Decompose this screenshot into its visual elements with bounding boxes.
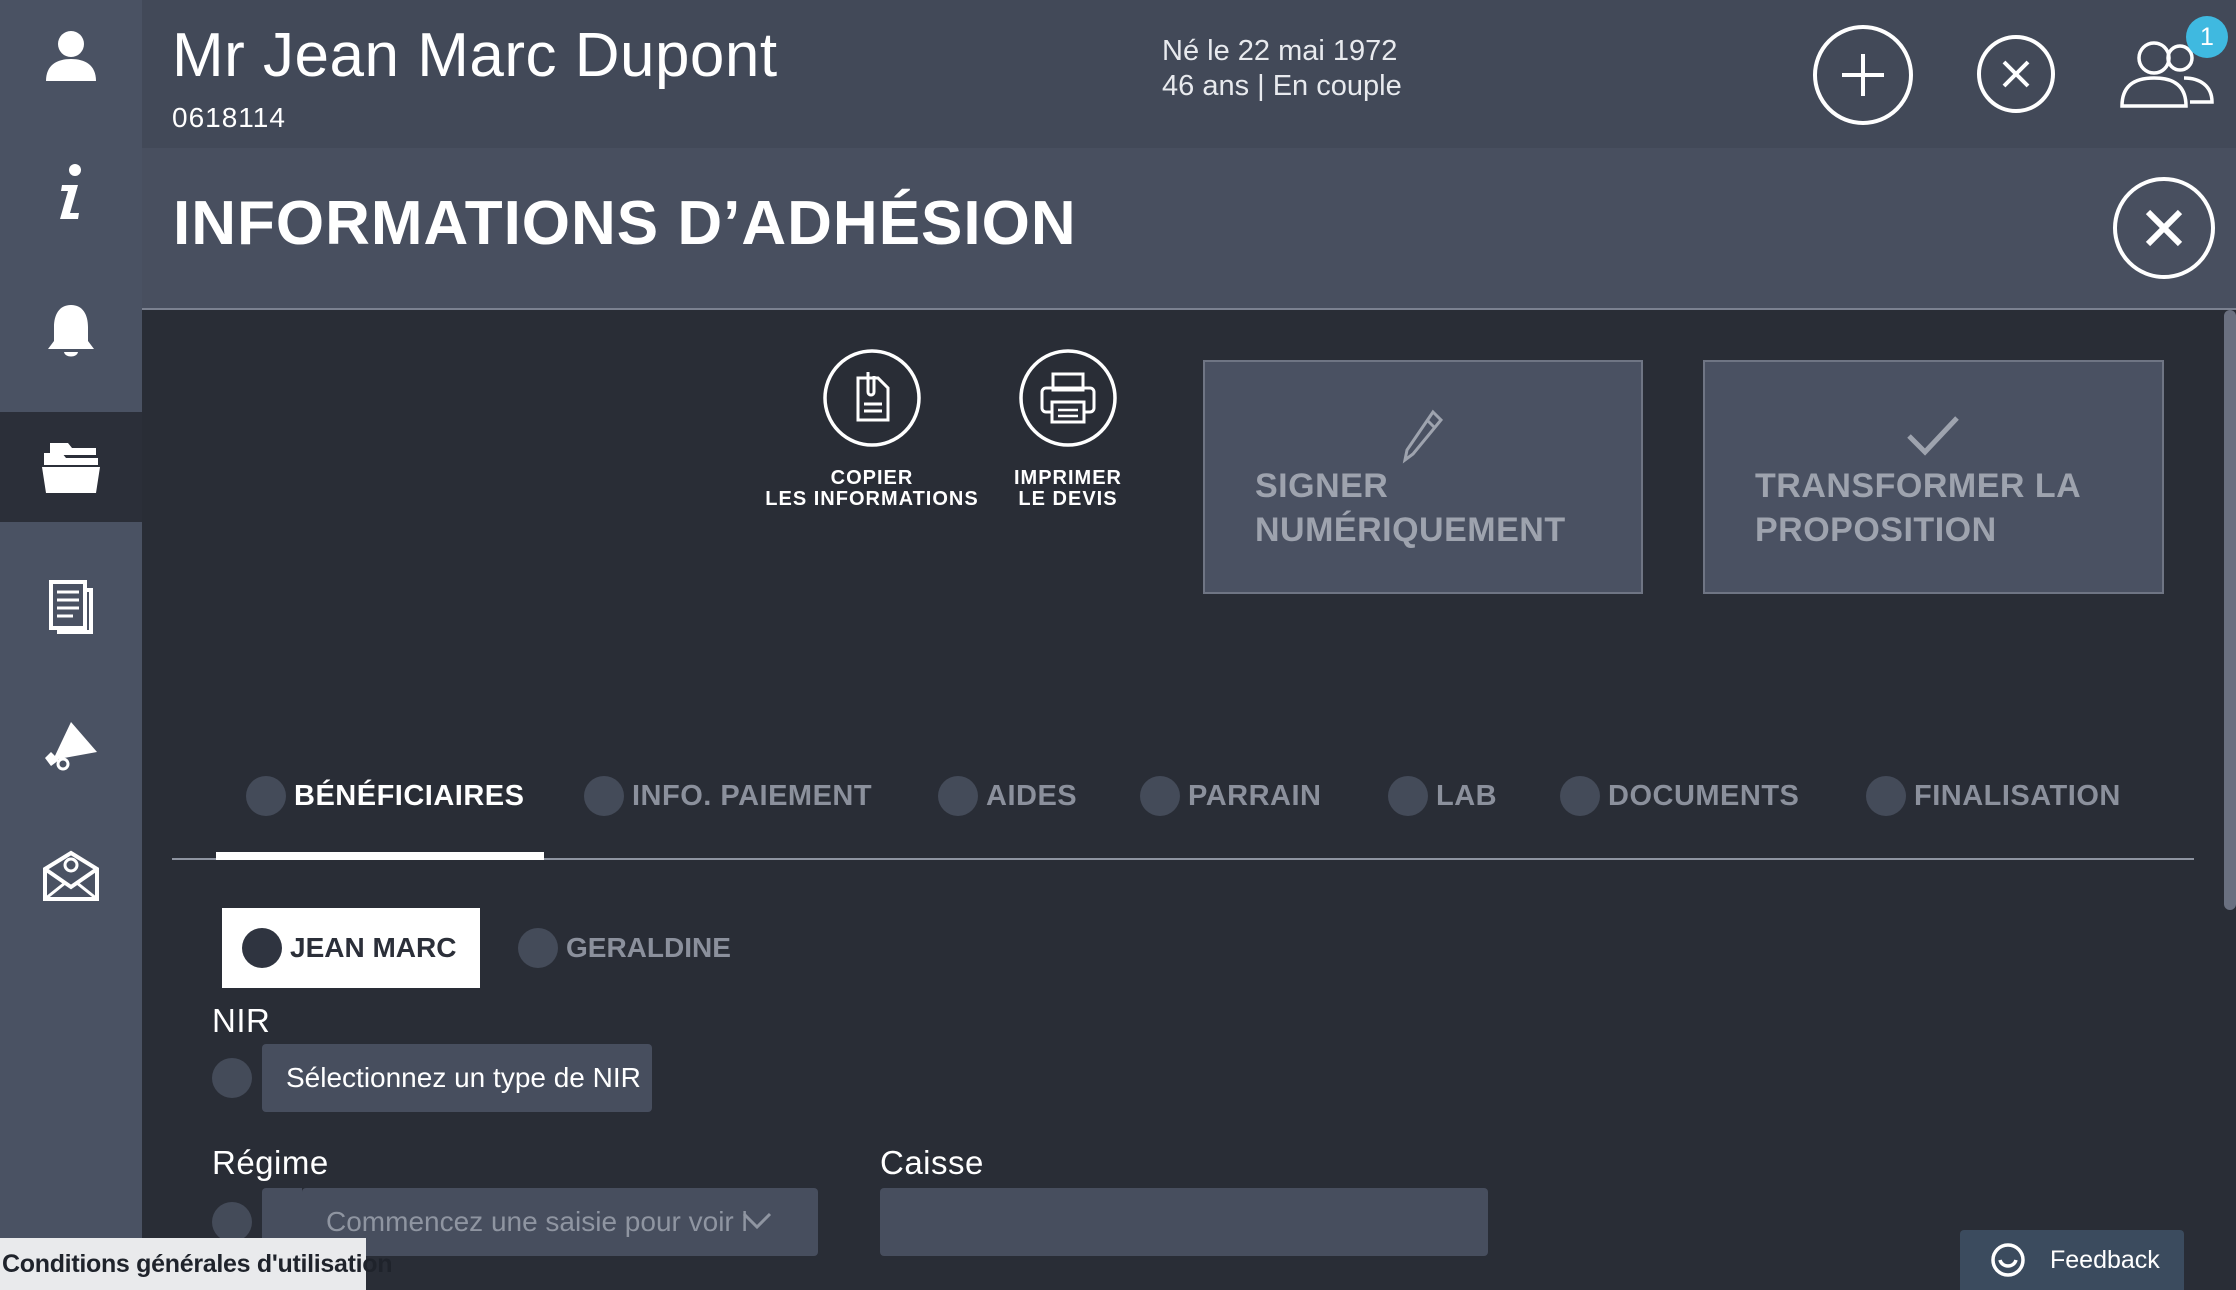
transform-label-2: PROPOSITION xyxy=(1755,511,1997,549)
copy-label-2: LES INFORMATIONS xyxy=(765,488,979,510)
printer-icon xyxy=(1018,348,1118,448)
add-button[interactable] xyxy=(1812,24,1914,126)
tab-label: PARRAIN xyxy=(1188,779,1322,812)
plus-circle-icon xyxy=(1813,25,1913,125)
transform-proposal-button[interactable]: TRANSFORMER LA PROPOSITION xyxy=(1703,360,2164,594)
tab-documents[interactable]: DOCUMENTS xyxy=(1560,776,1799,816)
copy-label-1: COPIER xyxy=(830,467,914,489)
tab-aides[interactable]: AIDES xyxy=(938,776,1077,816)
tab-label: LAB xyxy=(1436,779,1498,812)
step-dot xyxy=(584,776,624,816)
tab-info-paiement[interactable]: INFO. PAIEMENT xyxy=(584,776,872,816)
nir-status-dot xyxy=(212,1058,252,1098)
user-icon xyxy=(46,31,96,81)
close-circle-icon xyxy=(2113,177,2215,279)
close-panel-button[interactable] xyxy=(2112,176,2216,280)
client-status: 46 ans | En couple xyxy=(1162,70,1402,102)
person-label: JEAN MARC xyxy=(290,932,457,963)
print-quote-button[interactable]: IMPRIMER LE DEVIS xyxy=(998,348,1138,510)
terms-link[interactable]: Conditions générales d'utilisation xyxy=(0,1238,393,1290)
tab-beneficiaires[interactable]: BÉNÉFICIAIRES xyxy=(246,776,524,816)
sign-label-2: NUMÉRIQUEMENT xyxy=(1255,511,1566,549)
step-dot xyxy=(1388,776,1428,816)
close-client-button[interactable] xyxy=(1976,34,2056,114)
feedback-icon xyxy=(1991,1243,2025,1277)
beneficiary-geraldine[interactable]: GERALDINE xyxy=(518,908,731,988)
step-dot xyxy=(1866,776,1906,816)
sidebar xyxy=(0,0,142,1290)
caisse-input[interactable] xyxy=(880,1188,1488,1256)
tab-label: FINALISATION xyxy=(1914,779,2121,812)
sidebar-item-documents[interactable] xyxy=(0,552,142,662)
regime-status-dot xyxy=(212,1202,252,1242)
scrollbar[interactable] xyxy=(2224,310,2236,910)
document-icon xyxy=(49,580,93,634)
client-name: Mr Jean Marc Dupont xyxy=(172,21,778,90)
sidebar-item-profile[interactable] xyxy=(0,0,142,110)
transform-label-1: TRANSFORMER LA xyxy=(1755,467,2082,505)
title-bar: INFORMATIONS D’ADHÉSION xyxy=(142,148,2236,310)
step-dot xyxy=(1560,776,1600,816)
regime-label: Régime xyxy=(212,1144,329,1181)
active-tab-indicator xyxy=(216,852,544,860)
wizard-tabs: BÉNÉFICIAIRES INFO. PAIEMENT AIDES PARRA… xyxy=(172,760,2194,860)
step-dot xyxy=(1140,776,1180,816)
tab-lab[interactable]: LAB xyxy=(1388,776,1497,816)
client-meta: Né le 22 mai 1972 46 ans | En couple xyxy=(1162,34,1402,104)
feedback-label: Feedback xyxy=(2050,1245,2160,1274)
check-icon xyxy=(1907,416,1959,456)
tab-parrain[interactable]: PARRAIN xyxy=(1140,776,1321,816)
person-dot xyxy=(242,928,282,968)
bell-icon xyxy=(48,305,94,357)
print-label-1: IMPRIMER xyxy=(1014,467,1122,489)
tab-label: BÉNÉFICIAIRES xyxy=(294,779,525,812)
sidebar-item-messages[interactable] xyxy=(0,822,142,932)
folders-icon xyxy=(42,443,100,493)
caisse-label: Caisse xyxy=(880,1144,984,1181)
copy-info-button[interactable]: COPIER LES INFORMATIONS xyxy=(762,348,982,510)
info-icon xyxy=(60,164,81,219)
person-dot xyxy=(518,928,558,968)
sign-digitally-button[interactable]: SIGNER NUMÉRIQUEMENT xyxy=(1203,360,1643,594)
client-birth: Né le 22 mai 1972 xyxy=(1162,35,1398,67)
clipboard-icon xyxy=(822,348,922,448)
email-icon xyxy=(43,850,99,901)
sidebar-item-contracts[interactable] xyxy=(0,412,142,522)
print-label-2: LE DEVIS xyxy=(1018,488,1118,510)
regime-input[interactable]: Commencez une saisie pour voir la liste xyxy=(302,1188,818,1256)
regime-placeholder: Commencez une saisie pour voir la liste xyxy=(326,1206,746,1237)
beneficiary-jean-marc[interactable]: JEAN MARC xyxy=(222,908,480,988)
chevron-down-icon xyxy=(742,1212,772,1230)
page-title: INFORMATIONS D’ADHÉSION xyxy=(173,189,1077,258)
step-dot xyxy=(938,776,978,816)
tab-label: INFO. PAIEMENT xyxy=(632,779,873,812)
tab-label: AIDES xyxy=(986,779,1078,812)
notification-badge: 1 xyxy=(2186,16,2228,58)
client-header: Mr Jean Marc Dupont 0618114 Né le 22 mai… xyxy=(142,0,2236,148)
close-circle-icon xyxy=(1977,35,2055,113)
step-dot xyxy=(246,776,286,816)
sidebar-item-info[interactable] xyxy=(0,138,142,248)
megaphone-icon xyxy=(45,722,97,771)
sign-label-1: SIGNER xyxy=(1255,467,1389,505)
nir-type-value: Sélectionnez un type de NIR xyxy=(286,1062,641,1093)
tab-finalisation[interactable]: FINALISATION xyxy=(1866,776,2121,816)
tab-label: DOCUMENTS xyxy=(1608,779,1800,812)
client-id: 0618114 xyxy=(172,102,286,133)
person-label: GERALDINE xyxy=(566,932,731,963)
sidebar-item-alerts[interactable] xyxy=(0,276,142,386)
feedback-button[interactable]: Feedback xyxy=(1960,1230,2184,1290)
pen-icon xyxy=(1402,409,1444,464)
sidebar-item-campaigns[interactable] xyxy=(0,690,142,800)
nir-label: NIR xyxy=(212,1002,271,1039)
nir-type-select[interactable]: Sélectionnez un type de NIR xyxy=(262,1044,652,1112)
